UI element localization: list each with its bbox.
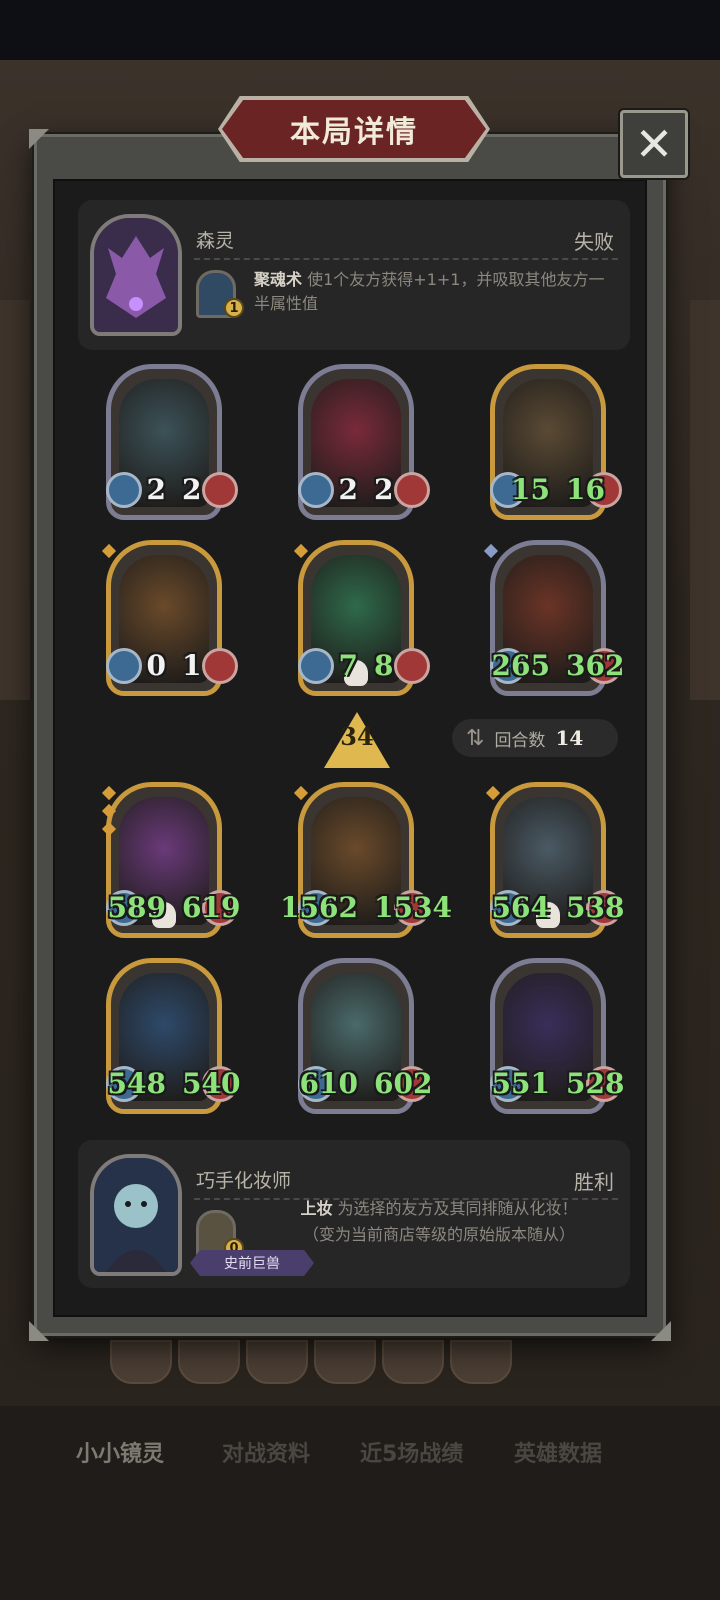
minion-card[interactable]: 15 16 [470, 364, 622, 524]
minion-card[interactable]: 265 362 [470, 540, 624, 700]
minion-attack: 551 [491, 1067, 550, 1100]
minion-card[interactable]: 610 602 [278, 958, 432, 1118]
opponent-skill-name: 聚魂术 [254, 270, 303, 289]
opponent-skill-desc: 使1个友方获得+1+1，并吸取其他友方一半属性值 [254, 270, 605, 313]
minion-attack: 589 [107, 891, 166, 924]
page-title: 本局详情 [290, 115, 418, 150]
opponent-result: 失败 [574, 230, 614, 254]
minion-health: 540 [182, 1067, 241, 1100]
minion-card[interactable]: 01 [86, 540, 238, 700]
player-hero-panel: 巧手化妆师 胜利 0 上妆 为选择的友方及其同排随从化妆！ （变为当前商店等级的… [78, 1140, 630, 1288]
minion-attack: 2 [338, 473, 358, 506]
minion-card[interactable]: 1562 1534 [278, 782, 452, 942]
title-banner: 本局详情 [222, 100, 486, 158]
minion-card[interactable]: 78 [278, 540, 430, 700]
close-icon: ✕ [634, 117, 674, 171]
divider [194, 258, 618, 260]
minion-health: 538 [566, 891, 625, 924]
minion-health: 602 [374, 1067, 433, 1100]
minion-card[interactable]: 22 [278, 364, 430, 524]
round-counter: ⇅ 回合数 14 [452, 719, 618, 757]
minion-attack: 15 [511, 473, 550, 506]
minion-health: 1534 [374, 891, 452, 924]
player-result: 胜利 [574, 1170, 614, 1194]
minion-card[interactable]: 22 [86, 364, 238, 524]
backdrop-pillar-left [0, 300, 30, 700]
tab-hero-data[interactable]: 英雄数据 [514, 1436, 602, 1468]
minion-health: 619 [182, 891, 241, 924]
minion-health: 362 [566, 649, 625, 682]
opponent-hero-panel: 森灵 失败 1 聚魂术 使1个友方获得+1+1，并吸取其他友方一半属性值 [78, 200, 630, 350]
tab-recent-matches[interactable]: 近5场战绩 [360, 1436, 463, 1468]
tribe-tag: 史前巨兽 [190, 1250, 314, 1276]
minion-health: 16 [566, 473, 605, 506]
tab-battle-data[interactable]: 对战资料 [222, 1436, 310, 1468]
minion-card[interactable]: 564 538 [470, 782, 624, 942]
minion-attack: 548 [107, 1067, 166, 1100]
minion-attack: 2 [146, 473, 166, 506]
minion-attack: 265 [491, 649, 550, 682]
minion-card[interactable]: 551 528 [470, 958, 624, 1118]
minion-health: 2 [374, 473, 394, 506]
minion-health: 1 [182, 649, 202, 682]
minion-health: 528 [566, 1067, 625, 1100]
player-skill-desc-b: （变为当前商店等级的原始版本随从） [302, 1225, 575, 1244]
minion-attack: 610 [299, 1067, 358, 1100]
player-skill-desc-a: 为选择的友方及其同排随从化妆！ [337, 1199, 578, 1218]
round-label: 回合数 [494, 730, 546, 751]
opponent-skill-cost: 1 [224, 298, 244, 318]
backdrop-pillar-right [690, 300, 720, 700]
minion-card[interactable]: 548 540 [86, 958, 240, 1118]
player-hero-name: 巧手化妆师 [196, 1170, 292, 1192]
tab-little-mirror-spirit[interactable]: 小小镜灵 [76, 1436, 164, 1468]
minion-health: 2 [182, 473, 202, 506]
refresh-icon: ⇅ [466, 725, 485, 751]
bottom-fill [0, 1506, 720, 1600]
tavern-tier-value: 34 [340, 722, 374, 751]
close-button[interactable]: ✕ [620, 110, 688, 178]
player-skill-name: 上妆 [300, 1199, 333, 1218]
minion-attack: 564 [491, 891, 550, 924]
player-skill-text: 上妆 为选择的友方及其同排随从化妆！ （变为当前商店等级的原始版本随从） [254, 1196, 624, 1248]
backdrop-minion-row [110, 1340, 520, 1386]
opponent-hero-name: 森灵 [196, 230, 235, 252]
player-hero-portrait[interactable] [90, 1154, 182, 1276]
opponent-hero-portrait[interactable] [90, 214, 182, 336]
minion-attack: 1562 [280, 891, 358, 924]
minion-attack: 7 [338, 649, 358, 682]
opponent-skill-text: 聚魂术 使1个友方获得+1+1，并吸取其他友方一半属性值 [254, 268, 618, 316]
round-value: 14 [555, 726, 584, 750]
minion-health: 8 [374, 649, 394, 682]
minion-attack: 0 [146, 649, 166, 682]
